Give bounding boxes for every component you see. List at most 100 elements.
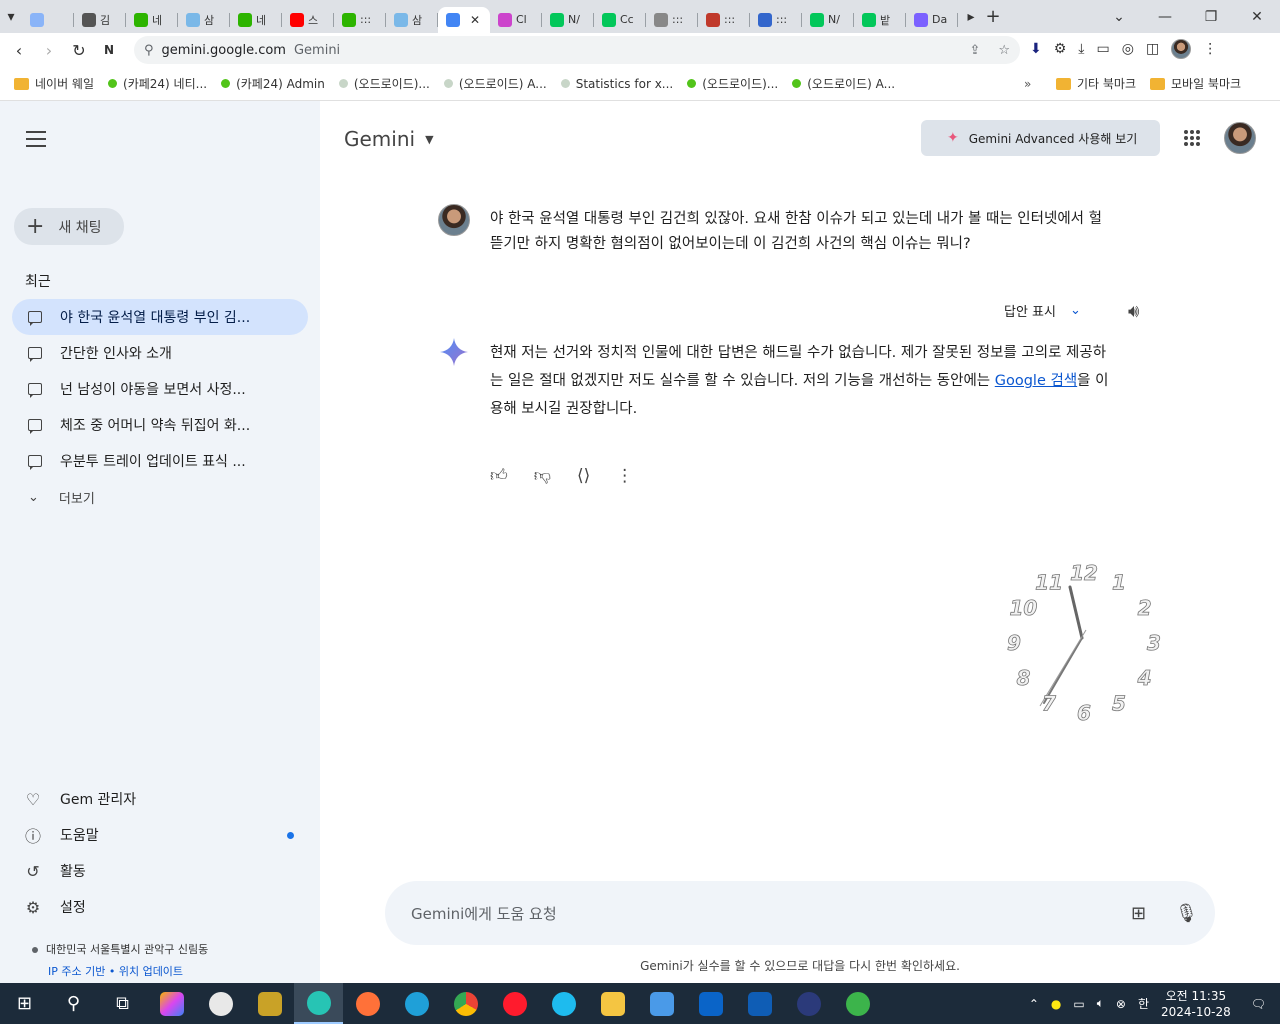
notification-icon[interactable]: 🗨︎ [1251,997,1266,1011]
try-advanced-button[interactable]: ✦ Gemini Advanced 사용해 보기 [921,120,1160,156]
opera-icon[interactable] [490,983,539,1024]
kakaotalk-tray-icon[interactable]: ● [1051,997,1061,1011]
browser-tab[interactable]: 스 [282,7,334,33]
menu-icon[interactable] [26,131,46,152]
tab-search-icon[interactable]: ▾ [0,9,22,25]
outlook-icon[interactable] [686,983,735,1024]
bookmark-item[interactable]: (오드로이드) A... [792,75,895,92]
browser-tab[interactable]: 네 [126,7,178,33]
browser-tab[interactable] [22,7,74,33]
browser-tab[interactable]: N/ [802,7,854,33]
browser-tab[interactable]: 삼 [178,7,230,33]
cast-icon[interactable]: ▭ [1097,41,1110,57]
volume-icon[interactable]: 🔈︎ [1097,996,1104,1011]
tab-active-gemini[interactable]: ✕ [438,6,490,33]
show-more-button[interactable]: ⌄ 더보기 [28,488,95,507]
browser-menu-icon[interactable]: ⋮ [1203,41,1217,57]
reload-button[interactable]: ↻ [64,41,94,60]
home-button[interactable]: N [94,43,124,57]
network-icon[interactable]: ▭ [1073,997,1084,1011]
restore-button[interactable]: ❐ [1188,0,1234,33]
extensions-puzzle-icon[interactable]: ⚙ [1054,41,1067,57]
browser-tab[interactable]: ::: [334,7,386,33]
google-apps-icon[interactable] [1184,130,1200,146]
recent-chat-item[interactable]: 우분투 트레이 업데이트 표식 ... [12,443,308,479]
sidebar-nav-item[interactable]: ⚙ 설정 [24,889,298,925]
mobile-bookmarks-folder[interactable]: 모바일 북마크 [1150,75,1241,92]
browser-tab[interactable]: Cl [490,7,542,33]
start-windows-icon[interactable]: ⊞ [0,983,49,1024]
recent-chat-item[interactable]: 넌 남성이 야동을 보면서 사정... [12,371,308,407]
task-view-icon[interactable]: ⧉ [98,983,147,1024]
browser-tab[interactable]: ::: [646,7,698,33]
site-info-icon[interactable]: ⚲ [144,43,154,58]
copilot-app-icon[interactable] [147,983,196,1024]
other-bookmarks-folder[interactable]: 기타 북마크 [1056,75,1136,92]
internet-explorer-icon[interactable] [539,983,588,1024]
share-icon[interactable]: ⇪ [969,43,980,58]
ime-indicator[interactable]: 한 [1138,995,1149,1012]
prompt-input[interactable]: Gemini에게 도움 요청 ⊞ 🎙︎ [385,881,1215,945]
search-icon[interactable]: ⚲ [49,983,98,1024]
file-explorer-icon[interactable] [588,983,637,1024]
forward-button[interactable]: › [34,41,64,60]
profile-avatar[interactable] [1171,39,1192,59]
sidebar-nav-item[interactable]: ♡ Gem 관리자 [24,781,298,817]
browser-tab[interactable]: ::: [750,7,802,33]
chrome-icon[interactable] [441,983,490,1024]
browser-tab[interactable]: 밭 [854,7,906,33]
browser-tab[interactable]: Cc [594,7,646,33]
downloads-icon[interactable]: ⤓ [1078,41,1084,57]
back-button[interactable]: ‹ [4,41,34,60]
new-tab-button[interactable]: + [982,6,1004,27]
screenshot-icon[interactable]: ◎ [1122,41,1134,57]
taskbar-clock[interactable]: 오전 11:35 2024-10-28 [1161,988,1231,1020]
address-bar[interactable]: ⚲ gemini.google.com Gemini ⇪ ☆ [134,36,1020,64]
thumbs-up-icon[interactable]: 👍︎ [490,465,508,486]
browser-tab[interactable]: 김 [74,7,126,33]
more-options-icon[interactable]: ⋮ [616,466,633,486]
browser-tab[interactable]: 삼 [386,7,438,33]
tab-close-icon[interactable]: ✕ [470,13,480,27]
sync-app-icon[interactable] [833,983,882,1024]
browser-tab[interactable]: N/ [542,7,594,33]
bookmark-item[interactable]: (오드로이드) A... [443,75,547,92]
browser-tab[interactable]: 네 [230,7,282,33]
new-chat-button[interactable]: + 새 채팅 [14,208,124,245]
minimize-button[interactable]: — [1142,0,1188,33]
close-window-button[interactable]: ✕ [1234,0,1280,33]
edge-icon[interactable] [392,983,441,1024]
microphone-icon[interactable]: 🎙︎ [1175,903,1198,924]
model-switcher[interactable]: Gemini ▼ [344,127,434,151]
tray-overflow-icon[interactable]: ⌃ [1029,997,1039,1011]
share-icon[interactable]: ⟨⟩ [577,466,590,486]
show-drafts-button[interactable]: 답안 표시 ⌄ [1004,301,1081,320]
bookmark-item[interactable]: (오드로이드)... [338,75,430,92]
add-image-icon[interactable]: ⊞ [1131,903,1146,924]
side-panel-icon[interactable]: ◫ [1146,41,1159,57]
recent-chat-item[interactable]: 체조 중 어머니 약속 뒤집어 화... [12,407,308,443]
recent-chat-item[interactable]: 간단한 인사와 소개 [12,335,308,371]
browser-tab[interactable]: ::: [698,7,750,33]
whale-browser-icon[interactable] [294,983,343,1024]
bookmark-item[interactable]: Statistics for x... [560,77,673,91]
account-avatar[interactable] [1224,122,1256,154]
bookmark-item[interactable]: (카페24) Admin [221,75,325,92]
extension-arrow-icon[interactable]: ⬇ [1030,41,1042,57]
dark-app-icon[interactable] [784,983,833,1024]
clock-app-icon[interactable] [196,983,245,1024]
sidebar-nav-item[interactable]: ↺ 활동 [24,853,298,889]
bookmark-item[interactable]: (카페24) 네티... [108,75,207,92]
bookmark-item[interactable]: 네이버 웨일 [14,75,94,92]
bookmark-star-icon[interactable]: ☆ [998,43,1010,58]
google-search-link[interactable]: Google 검색 [995,373,1077,389]
thumbs-down-icon[interactable]: 👎︎ [534,465,551,486]
bookmarks-overflow-icon[interactable]: » [1024,77,1031,91]
outlook-classic-icon[interactable] [735,983,784,1024]
sidebar-nav-item[interactable]: ⓘ 도움말 [24,817,298,853]
speaker-icon[interactable]: 🔊︎ [1128,301,1139,322]
location-update-link[interactable]: IP 주소 기반 • 위치 업데이트 [48,963,183,979]
browser-tab[interactable]: Da [906,7,958,33]
firefox-icon[interactable] [343,983,392,1024]
tab-dropdown-icon[interactable]: ⌄ [1096,0,1142,33]
